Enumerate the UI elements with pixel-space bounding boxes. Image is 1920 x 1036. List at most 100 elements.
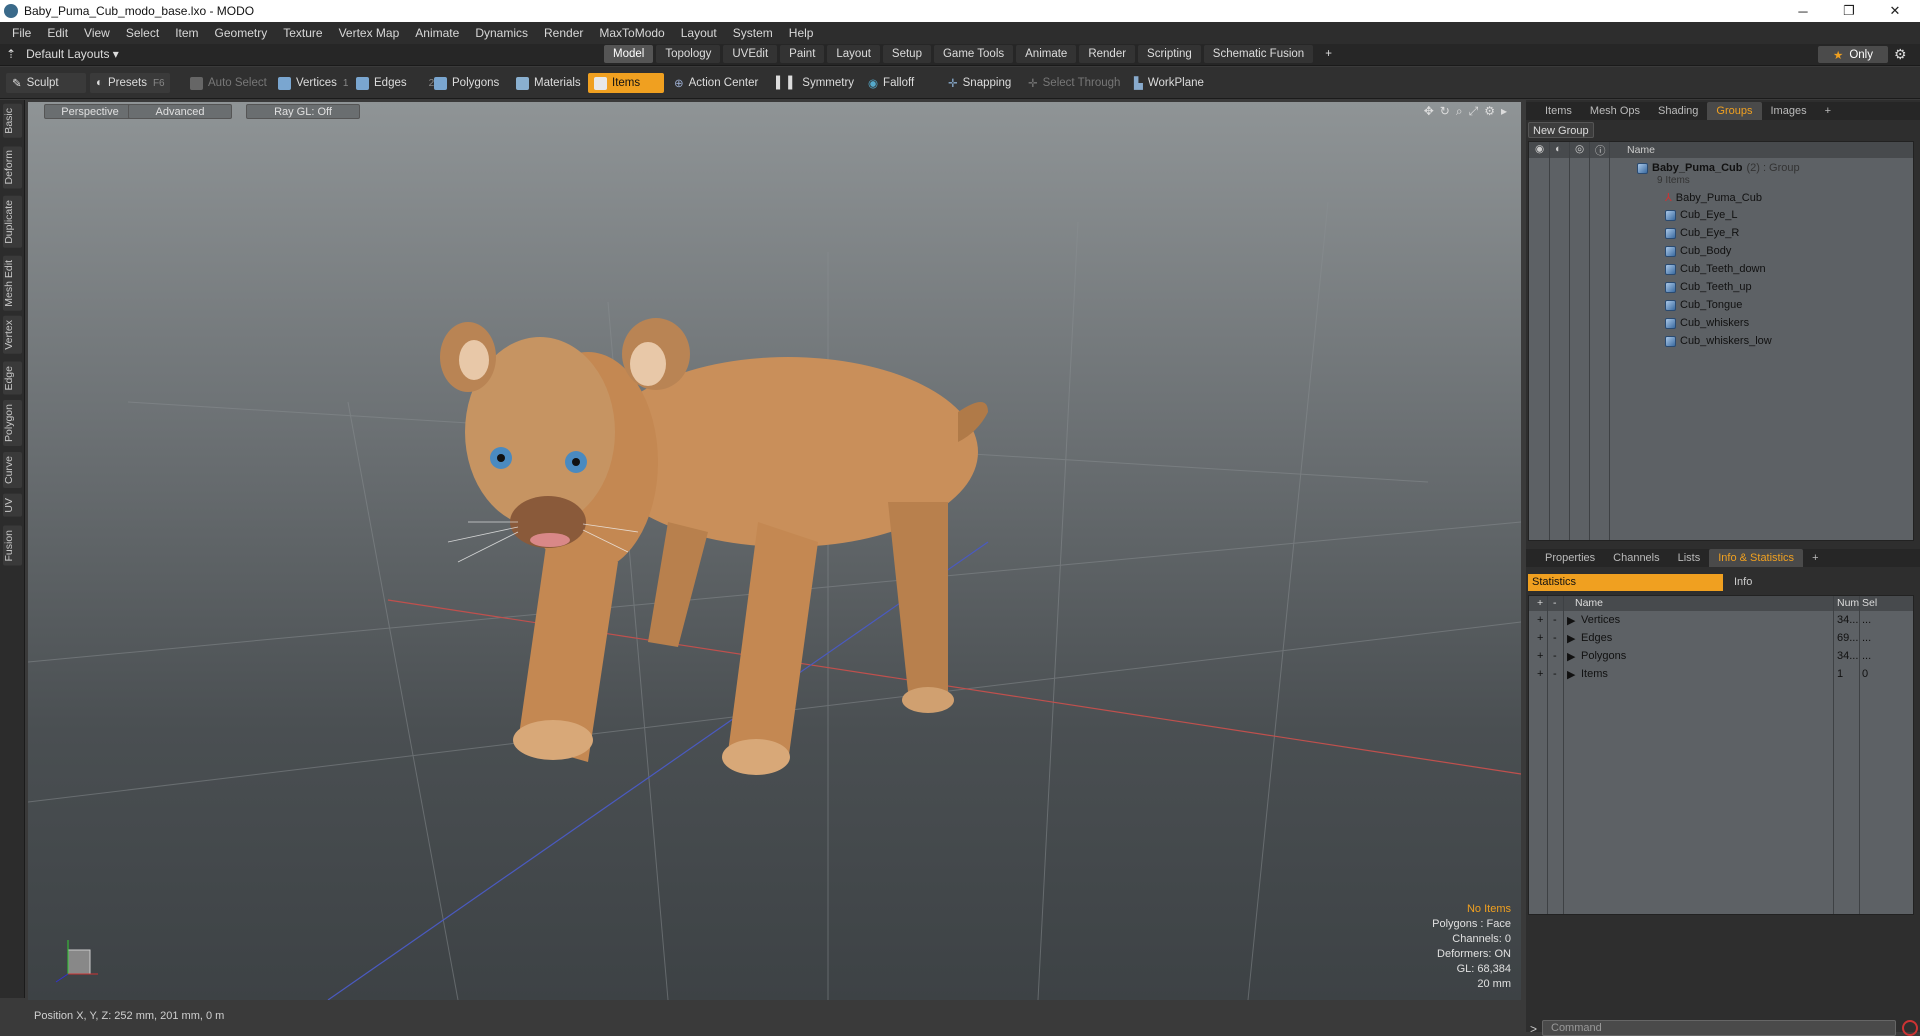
menu-view[interactable]: View: [76, 26, 118, 40]
table-row[interactable]: + - ▶ Vertices 34......: [1529, 613, 1913, 628]
action-center-button[interactable]: ⊕ Action Center: [668, 73, 764, 93]
tab-curve[interactable]: Curve: [3, 452, 22, 489]
info-icon: ⓘ: [1595, 145, 1606, 157]
tab-polygon[interactable]: Polygon: [3, 400, 22, 446]
info-tab[interactable]: Info: [1734, 574, 1752, 591]
new-group-button[interactable]: New Group: [1528, 122, 1594, 138]
presets-button[interactable]: ◐ Presets F6: [90, 73, 170, 93]
tab-shading[interactable]: Shading: [1649, 105, 1707, 117]
minimize-button[interactable]: ─: [1780, 0, 1826, 22]
tab-duplicate[interactable]: Duplicate: [3, 196, 22, 248]
tab-paint[interactable]: Paint: [780, 45, 825, 63]
group-row[interactable]: Baby_Puma_Cub (2) : Group 9 Items: [1529, 160, 1913, 186]
axis-gizmo: [55, 940, 98, 983]
tab-setup[interactable]: Setup: [882, 45, 931, 63]
tab-items[interactable]: Items: [1536, 105, 1581, 117]
menu-file[interactable]: File: [4, 26, 39, 40]
menu-dynamics[interactable]: Dynamics: [467, 26, 536, 40]
vertices-button[interactable]: Vertices 1: [272, 73, 354, 93]
gear-icon[interactable]: ⚙: [1894, 46, 1907, 63]
menu-select[interactable]: Select: [118, 26, 167, 40]
materials-button[interactable]: Materials: [510, 73, 587, 93]
tab-groups[interactable]: Groups: [1707, 102, 1762, 120]
tab-model[interactable]: Model: [604, 45, 654, 63]
tab-scripting[interactable]: Scripting: [1138, 45, 1201, 63]
menu-texture[interactable]: Texture: [275, 26, 330, 40]
symmetry-button[interactable]: ▌▐ Symmetry: [770, 73, 860, 93]
tab-uv[interactable]: UV: [3, 494, 22, 517]
table-row[interactable]: + - ▶ Polygons 34......: [1529, 649, 1913, 664]
tab-edge[interactable]: Edge: [3, 362, 22, 395]
list-item[interactable]: Cub_Body: [1529, 242, 1913, 260]
groups-list[interactable]: ◉ ◐ ◎ ⓘ Name Baby_Puma_Cub (2) : Group 9…: [1528, 141, 1914, 541]
menu-system[interactable]: System: [725, 26, 781, 40]
layout-dropdown[interactable]: ⇡ Default Layouts ▾: [6, 47, 119, 61]
record-icon[interactable]: [1902, 1020, 1918, 1036]
tab-channels[interactable]: Channels: [1604, 552, 1668, 564]
menu-maxtomodo[interactable]: MaxToModo: [591, 26, 672, 40]
collapse-icon[interactable]: ⇡: [6, 47, 16, 61]
list-item[interactable]: Cub_Eye_L: [1529, 206, 1913, 224]
list-item[interactable]: Cub_Eye_R: [1529, 224, 1913, 242]
snapping-button[interactable]: ✛ Snapping: [942, 73, 1017, 93]
col-name: Name: [1627, 144, 1656, 156]
list-item[interactable]: Cub_Teeth_down: [1529, 260, 1913, 278]
mesh-icon: [1665, 245, 1676, 257]
menu-render[interactable]: Render: [536, 26, 591, 40]
only-button[interactable]: ★ Only: [1818, 46, 1888, 63]
tab-animate[interactable]: Animate: [1016, 45, 1077, 63]
table-row[interactable]: + - ▶ Items 1 0: [1529, 667, 1913, 682]
tab-images[interactable]: Images: [1762, 105, 1816, 117]
list-item[interactable]: Cub_Teeth_up: [1529, 278, 1913, 296]
menu-vertex-map[interactable]: Vertex Map: [331, 26, 408, 40]
list-item[interactable]: Cub_whiskers: [1529, 314, 1913, 332]
table-row[interactable]: + - ▶ Edges 69......: [1529, 631, 1913, 646]
menu-help[interactable]: Help: [781, 26, 822, 40]
3d-viewport[interactable]: Perspective Advanced Ray GL: Off ✥ ↻ ⌕ ⤢…: [28, 102, 1521, 1000]
tab-properties[interactable]: Properties: [1536, 552, 1604, 564]
tab-layout[interactable]: Layout: [827, 45, 880, 63]
tab-render[interactable]: Render: [1079, 45, 1136, 63]
expand-icon[interactable]: ▶: [1567, 632, 1575, 645]
tab-game-tools[interactable]: Game Tools: [933, 45, 1014, 63]
tab-mesh-edit[interactable]: Mesh Edit: [3, 256, 22, 311]
add-info-tab-button[interactable]: +: [1803, 552, 1827, 564]
puma-cub-model[interactable]: [440, 318, 988, 775]
tab-schematic-fusion[interactable]: Schematic Fusion: [1203, 45, 1314, 63]
expand-icon[interactable]: ▶: [1567, 668, 1575, 681]
tab-topology[interactable]: Topology: [656, 45, 721, 63]
tab-basic[interactable]: Basic: [3, 104, 22, 138]
tab-fusion[interactable]: Fusion: [3, 526, 22, 566]
list-item[interactable]: Cub_Tongue: [1529, 296, 1913, 314]
maximize-button[interactable]: ❐: [1826, 0, 1872, 22]
statistics-list[interactable]: + - Name Num Sel + - ▶ Vertices 34...... + - ▶…: [1528, 595, 1914, 915]
auto-select-button[interactable]: Auto Select: [184, 73, 273, 93]
workplane-button[interactable]: ▙ WorkPlane: [1128, 73, 1210, 93]
add-tab-button[interactable]: +: [1316, 45, 1341, 63]
menu-edit[interactable]: Edit: [39, 26, 76, 40]
tab-info-statistics[interactable]: Info & Statistics: [1709, 549, 1804, 567]
tab-lists[interactable]: Lists: [1669, 552, 1710, 564]
add-panel-tab-button[interactable]: +: [1816, 105, 1840, 117]
tab-mesh-ops[interactable]: Mesh Ops: [1581, 105, 1649, 117]
tab-deform[interactable]: Deform: [3, 146, 22, 189]
menu-layout[interactable]: Layout: [673, 26, 725, 40]
command-input[interactable]: Command: [1542, 1020, 1896, 1036]
edges-button[interactable]: Edges 2: [350, 73, 440, 93]
menu-animate[interactable]: Animate: [407, 26, 467, 40]
close-button[interactable]: ✕: [1872, 0, 1918, 22]
tab-uvedit[interactable]: UVEdit: [723, 45, 778, 63]
expand-icon[interactable]: ▶: [1567, 614, 1575, 627]
items-button[interactable]: Items: [588, 73, 664, 93]
tab-vertex[interactable]: Vertex: [3, 316, 22, 354]
polygons-button[interactable]: Polygons: [428, 73, 505, 93]
select-through-button[interactable]: ✛ Select Through: [1022, 73, 1126, 93]
menu-item[interactable]: Item: [167, 26, 206, 40]
menu-geometry[interactable]: Geometry: [207, 26, 276, 40]
falloff-button[interactable]: ◉ Falloff: [862, 73, 920, 93]
list-item[interactable]: ⅄ Baby_Puma_Cub: [1529, 188, 1913, 206]
sculpt-button[interactable]: ✎ Sculpt: [6, 73, 86, 93]
expand-icon[interactable]: ▶: [1567, 650, 1575, 663]
list-item[interactable]: Cub_whiskers_low: [1529, 332, 1913, 350]
statistics-tab[interactable]: Statistics: [1528, 574, 1723, 591]
